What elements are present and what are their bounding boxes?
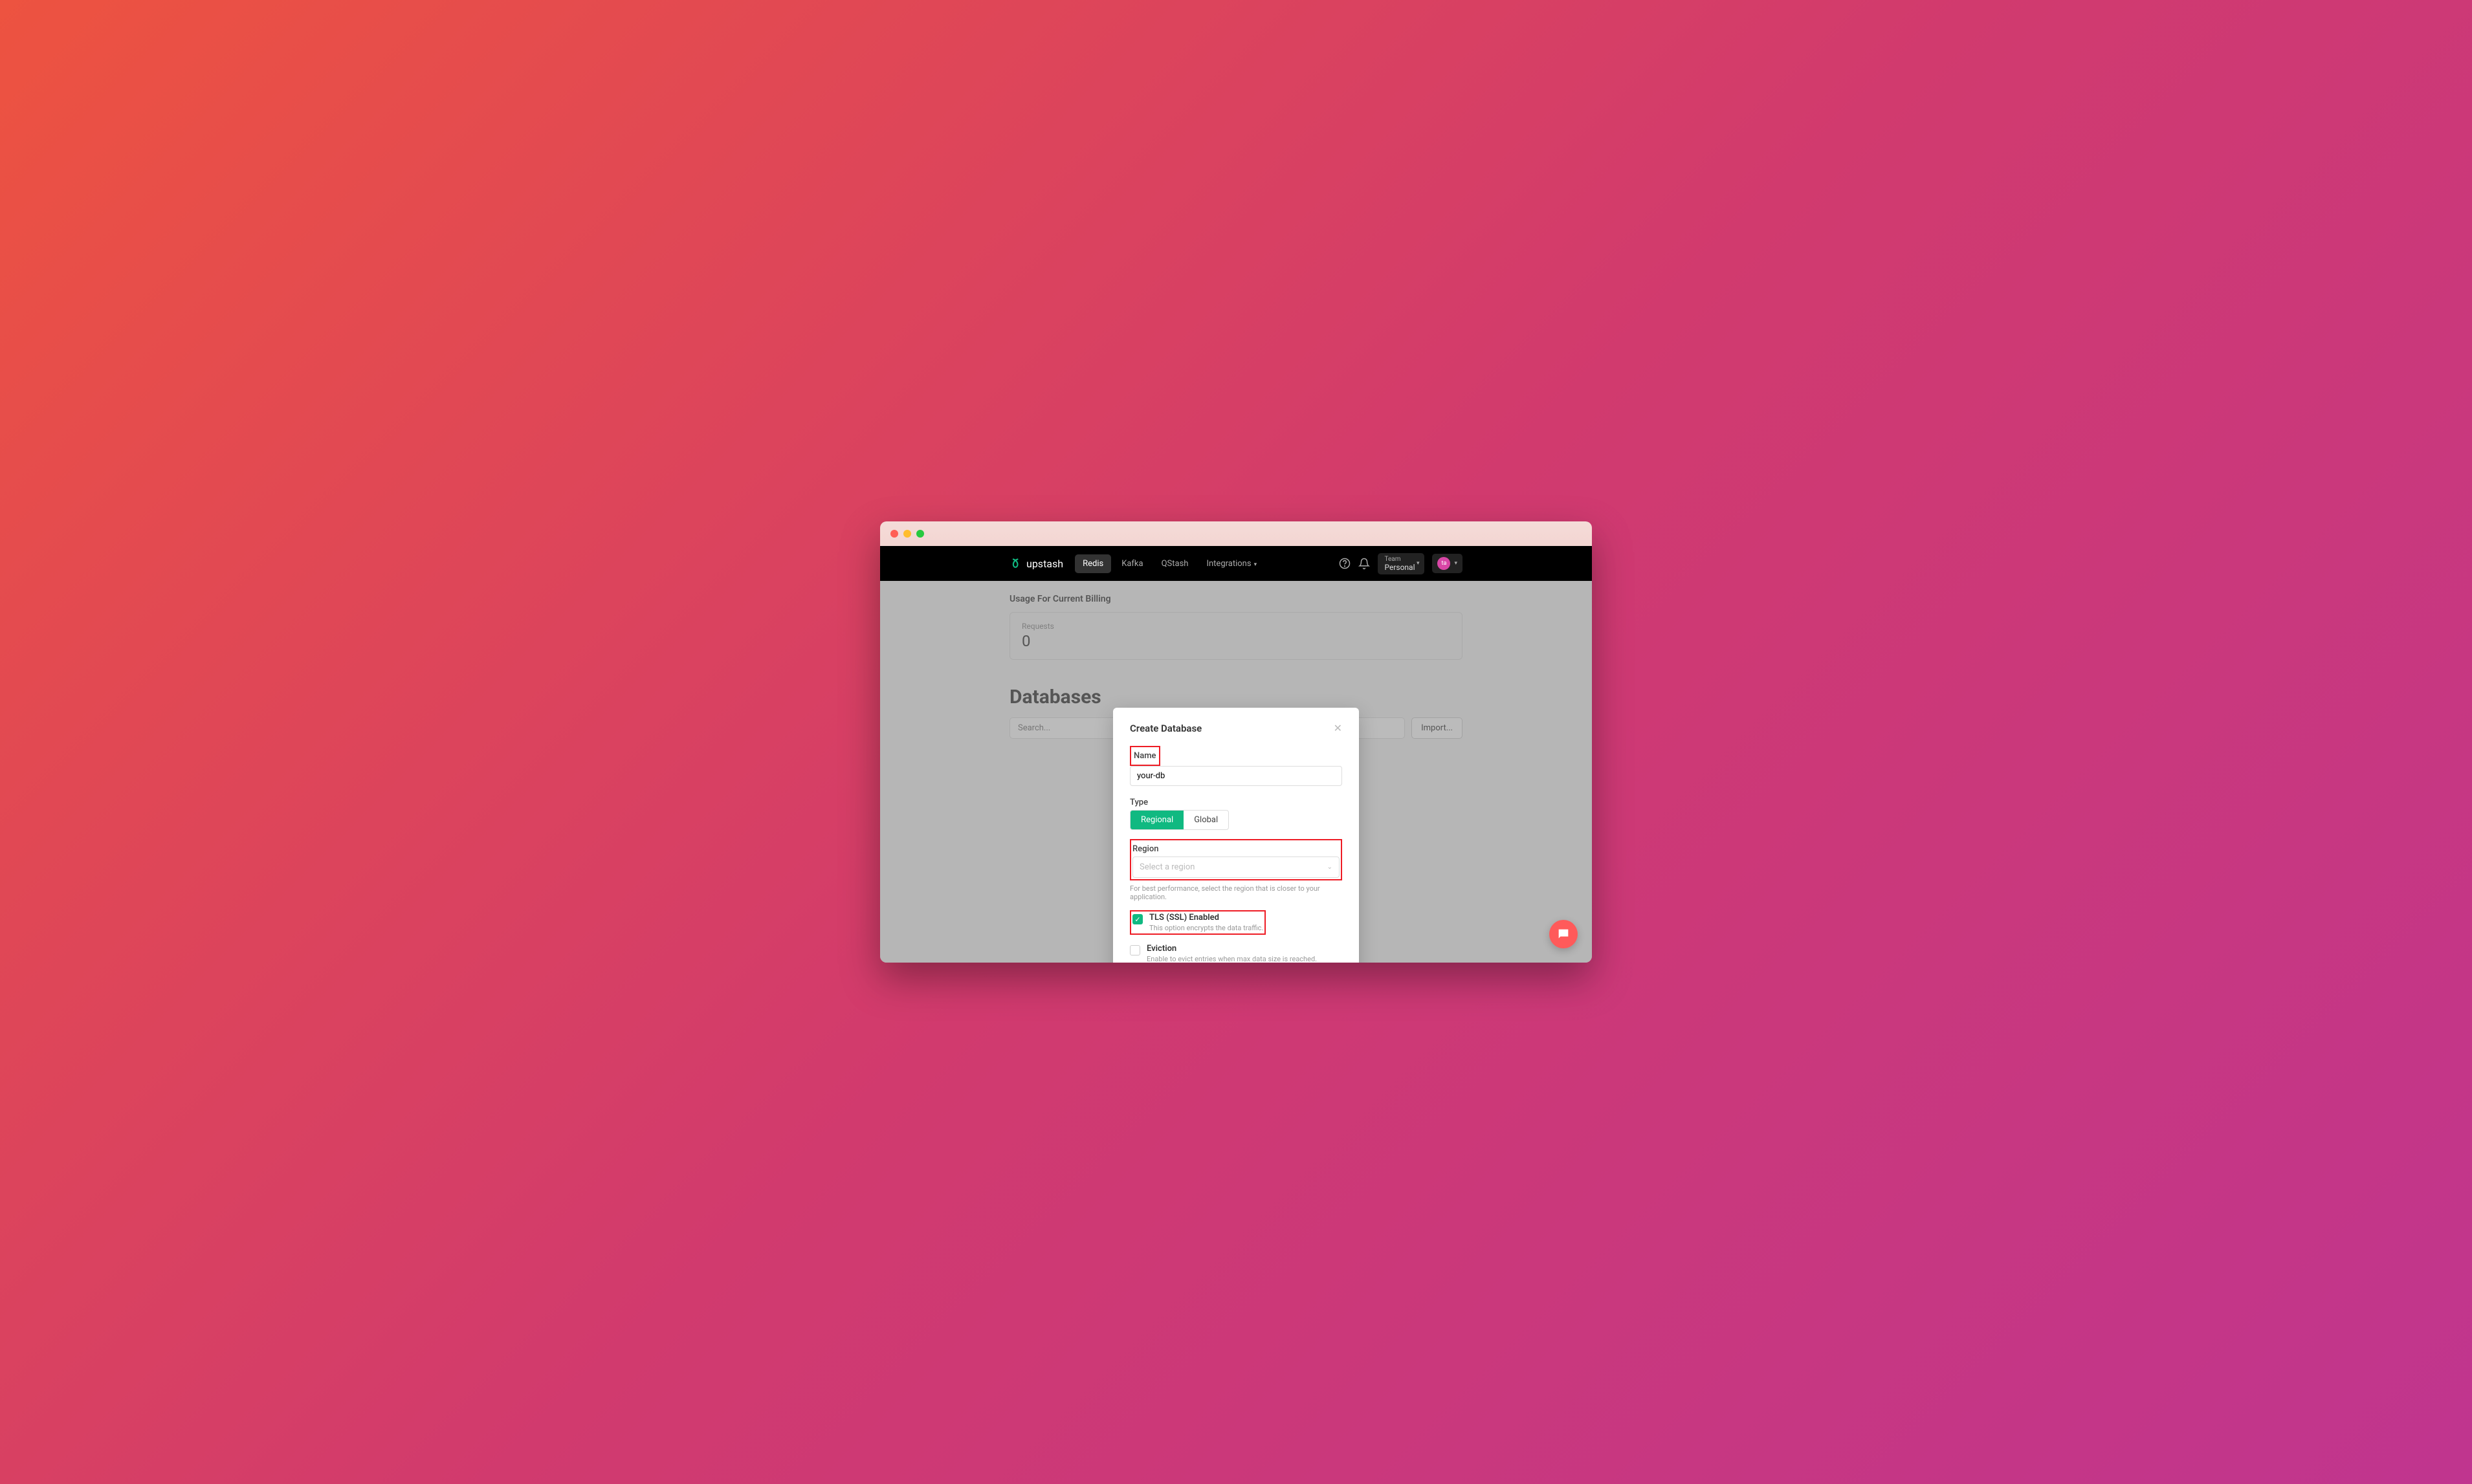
chevron-down-icon: ▾ <box>1254 562 1257 568</box>
nav-redis[interactable]: Redis <box>1075 554 1111 573</box>
tls-hint: This option encrypts the data traffic. <box>1149 924 1263 932</box>
chevron-down-icon: ▾ <box>1417 560 1420 567</box>
type-toggle: Regional Global <box>1130 810 1229 830</box>
create-database-modal: Create Database ✕ Name Type Regional Glo… <box>1113 708 1359 963</box>
window-maximize-icon[interactable] <box>916 530 924 538</box>
eviction-checkbox[interactable] <box>1130 945 1140 955</box>
avatar: ta <box>1437 557 1450 570</box>
browser-window: upstash Redis Kafka QStash Integrations▾… <box>880 521 1592 963</box>
chat-bubble-icon[interactable] <box>1549 920 1578 948</box>
chevron-down-icon: ▾ <box>1454 560 1457 567</box>
window-titlebar <box>880 521 1592 546</box>
type-global[interactable]: Global <box>1184 811 1228 829</box>
team-label: Team <box>1384 556 1418 563</box>
team-selector[interactable]: Team Personal ▾ <box>1378 553 1424 574</box>
type-label: Type <box>1130 798 1148 807</box>
notifications-icon[interactable] <box>1358 558 1370 569</box>
modal-title: Create Database <box>1130 723 1202 734</box>
main-content: Usage For Current Billing Requests 0 Dat… <box>880 581 1592 963</box>
nav-kafka[interactable]: Kafka <box>1114 554 1151 573</box>
chevron-down-icon: ⌄ <box>1327 864 1332 871</box>
eviction-hint: Enable to evict entries when max data si… <box>1147 955 1317 963</box>
window-close-icon[interactable] <box>890 530 898 538</box>
team-name: Personal <box>1384 563 1418 572</box>
nav-integrations[interactable]: Integrations▾ <box>1198 554 1264 573</box>
region-label: Region <box>1132 844 1158 854</box>
help-icon[interactable] <box>1339 558 1351 569</box>
name-label: Name <box>1134 751 1156 761</box>
brand-name: upstash <box>1026 558 1063 570</box>
tls-label: TLS (SSL) Enabled <box>1149 913 1263 922</box>
brand-logo[interactable]: upstash <box>1010 557 1063 570</box>
type-regional[interactable]: Regional <box>1131 811 1184 829</box>
nav-qstash[interactable]: QStash <box>1154 554 1197 573</box>
region-hint: For best performance, select the region … <box>1130 884 1342 901</box>
topbar: upstash Redis Kafka QStash Integrations▾… <box>880 546 1592 581</box>
region-placeholder: Select a region <box>1140 862 1195 872</box>
eviction-label: Eviction <box>1147 944 1317 954</box>
region-select[interactable]: Select a region ⌄ <box>1132 857 1340 878</box>
close-icon[interactable]: ✕ <box>1334 722 1342 734</box>
user-menu[interactable]: ta ▾ <box>1432 554 1462 573</box>
name-input[interactable] <box>1130 766 1342 786</box>
upstash-logo-icon <box>1010 557 1022 570</box>
tls-checkbox[interactable]: ✓ <box>1132 914 1143 924</box>
window-minimize-icon[interactable] <box>903 530 911 538</box>
